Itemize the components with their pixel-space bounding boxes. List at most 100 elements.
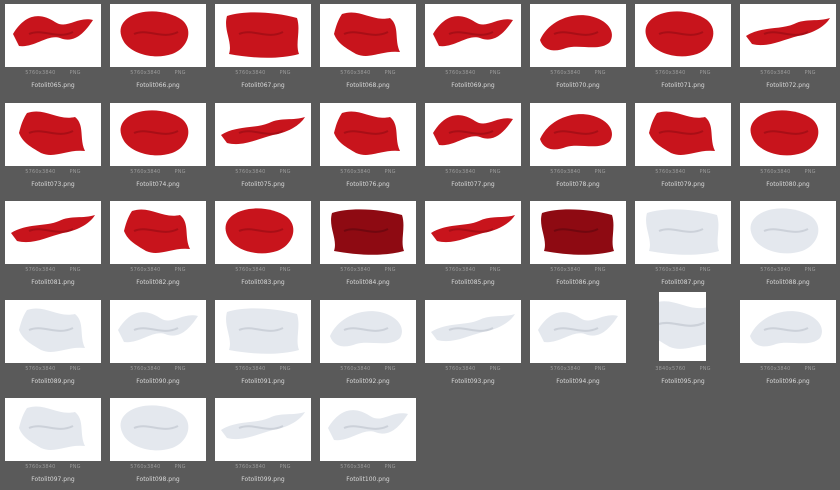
file-item[interactable]: 5760x3840 PNG Fotolit094.png (530, 296, 626, 392)
file-thumbnail[interactable] (425, 299, 521, 363)
file-item[interactable]: 5760x3840 PNG Fotolit079.png (635, 99, 731, 195)
file-item[interactable]: 5760x3840 PNG Fotolit091.png (215, 296, 311, 392)
file-name[interactable]: Fotolit065.png (5, 82, 101, 89)
file-thumbnail[interactable] (530, 299, 626, 363)
file-thumbnail[interactable] (425, 4, 521, 67)
file-item[interactable]: 5760x3840 PNG Fotolit093.png (425, 296, 521, 392)
file-item[interactable]: 5760x3840 PNG Fotolit086.png (530, 197, 626, 293)
file-name[interactable]: Fotolit098.png (110, 476, 206, 483)
file-item[interactable]: 5760x3840 PNG Fotolit090.png (110, 296, 206, 392)
file-item[interactable]: 5760x3840 PNG Fotolit082.png (110, 197, 206, 293)
file-thumbnail[interactable] (5, 398, 101, 461)
file-name[interactable]: Fotolit081.png (5, 279, 101, 286)
file-thumbnail[interactable] (110, 4, 206, 67)
file-thumbnail[interactable] (740, 201, 836, 264)
file-thumbnail[interactable] (530, 201, 626, 264)
file-name[interactable]: Fotolit072.png (740, 82, 836, 89)
file-item[interactable]: 5760x3840 PNG Fotolit066.png (110, 0, 206, 96)
file-thumbnail[interactable] (320, 299, 416, 363)
file-item[interactable]: 5760x3840 PNG Fotolit067.png (215, 0, 311, 96)
file-item[interactable]: 5760x3840 PNG Fotolit084.png (320, 197, 416, 293)
file-thumbnail[interactable] (425, 102, 521, 166)
file-thumbnail[interactable] (110, 201, 206, 264)
file-thumbnail[interactable] (659, 291, 706, 361)
file-name[interactable]: Fotolit076.png (320, 181, 416, 188)
file-item[interactable]: 5760x3840 PNG Fotolit068.png (320, 0, 416, 96)
file-thumbnail[interactable] (5, 299, 101, 363)
file-name[interactable]: Fotolit075.png (215, 181, 311, 188)
file-name[interactable]: Fotolit099.png (215, 476, 311, 483)
file-name[interactable]: Fotolit071.png (635, 82, 731, 89)
file-thumbnail[interactable] (320, 201, 416, 264)
file-item[interactable]: 5760x3840 PNG Fotolit071.png (635, 0, 731, 96)
file-name[interactable]: Fotolit070.png (530, 82, 626, 89)
file-name[interactable]: Fotolit066.png (110, 82, 206, 89)
file-name[interactable]: Fotolit082.png (110, 279, 206, 286)
file-name[interactable]: Fotolit093.png (425, 378, 521, 385)
file-thumbnail[interactable] (215, 4, 311, 67)
file-name[interactable]: Fotolit084.png (320, 279, 416, 286)
file-thumbnail[interactable] (530, 102, 626, 166)
file-item[interactable]: 5760x3840 PNG Fotolit070.png (530, 0, 626, 96)
file-thumbnail[interactable] (5, 102, 101, 166)
file-name[interactable]: Fotolit097.png (5, 476, 101, 483)
file-name[interactable]: Fotolit074.png (110, 181, 206, 188)
file-name[interactable]: Fotolit094.png (530, 378, 626, 385)
file-item[interactable]: 5760x3840 PNG Fotolit087.png (635, 197, 731, 293)
file-thumbnail[interactable] (110, 299, 206, 363)
file-item[interactable]: 5760x3840 PNG Fotolit080.png (740, 99, 836, 195)
file-name[interactable]: Fotolit087.png (635, 279, 731, 286)
file-name[interactable]: Fotolit085.png (425, 279, 521, 286)
file-item[interactable]: 5760x3840 PNG Fotolit078.png (530, 99, 626, 195)
file-name[interactable]: Fotolit090.png (110, 378, 206, 385)
file-name[interactable]: Fotolit069.png (425, 82, 521, 89)
file-item[interactable]: 5760x3840 PNG Fotolit075.png (215, 99, 311, 195)
file-thumbnail[interactable] (740, 102, 836, 166)
file-thumbnail[interactable] (740, 4, 836, 67)
file-item[interactable]: 5760x3840 PNG Fotolit089.png (5, 296, 101, 392)
file-item[interactable]: 5760x3840 PNG Fotolit073.png (5, 99, 101, 195)
file-thumbnail[interactable] (320, 398, 416, 461)
file-item[interactable]: 5760x3840 PNG Fotolit096.png (740, 296, 836, 392)
file-name[interactable]: Fotolit067.png (215, 82, 311, 89)
file-name[interactable]: Fotolit080.png (740, 181, 836, 188)
file-item[interactable]: 5760x3840 PNG Fotolit077.png (425, 99, 521, 195)
file-thumbnail[interactable] (530, 4, 626, 67)
file-item[interactable]: 5760x3840 PNG Fotolit088.png (740, 197, 836, 293)
file-thumbnail[interactable] (110, 398, 206, 461)
file-name[interactable]: Fotolit077.png (425, 181, 521, 188)
file-name[interactable]: Fotolit096.png (740, 378, 836, 385)
file-thumbnail[interactable] (215, 398, 311, 461)
file-thumbnail[interactable] (110, 102, 206, 166)
file-name[interactable]: Fotolit092.png (320, 378, 416, 385)
file-thumbnail[interactable] (320, 4, 416, 67)
file-thumbnail[interactable] (740, 299, 836, 363)
file-item[interactable]: 5760x3840 PNG Fotolit099.png (215, 394, 311, 490)
file-item[interactable]: 5760x3840 PNG Fotolit081.png (5, 197, 101, 293)
file-thumbnail[interactable] (635, 201, 731, 264)
file-thumbnail[interactable] (5, 4, 101, 67)
file-name[interactable]: Fotolit095.png (635, 378, 731, 385)
file-item[interactable]: 5760x3840 PNG Fotolit097.png (5, 394, 101, 490)
file-name[interactable]: Fotolit073.png (5, 181, 101, 188)
file-item[interactable]: 5760x3840 PNG Fotolit076.png (320, 99, 416, 195)
file-thumbnail[interactable] (425, 201, 521, 264)
file-item[interactable]: 5760x3840 PNG Fotolit065.png (5, 0, 101, 96)
file-item[interactable]: 5760x3840 PNG Fotolit069.png (425, 0, 521, 96)
file-item[interactable]: 5760x3840 PNG Fotolit100.png (320, 394, 416, 490)
file-item[interactable]: 5760x3840 PNG Fotolit092.png (320, 296, 416, 392)
file-item[interactable]: 3840x5760 PNG Fotolit095.png (635, 291, 731, 392)
file-thumbnail[interactable] (215, 299, 311, 363)
file-thumbnail[interactable] (215, 102, 311, 166)
file-name[interactable]: Fotolit078.png (530, 181, 626, 188)
file-thumbnail[interactable] (5, 201, 101, 264)
file-name[interactable]: Fotolit088.png (740, 279, 836, 286)
file-name[interactable]: Fotolit068.png (320, 82, 416, 89)
file-item[interactable]: 5760x3840 PNG Fotolit074.png (110, 99, 206, 195)
file-thumbnail[interactable] (320, 102, 416, 166)
file-name[interactable]: Fotolit086.png (530, 279, 626, 286)
file-item[interactable]: 5760x3840 PNG Fotolit098.png (110, 394, 206, 490)
file-name[interactable]: Fotolit091.png (215, 378, 311, 385)
file-name[interactable]: Fotolit089.png (5, 378, 101, 385)
file-item[interactable]: 5760x3840 PNG Fotolit072.png (740, 0, 836, 96)
